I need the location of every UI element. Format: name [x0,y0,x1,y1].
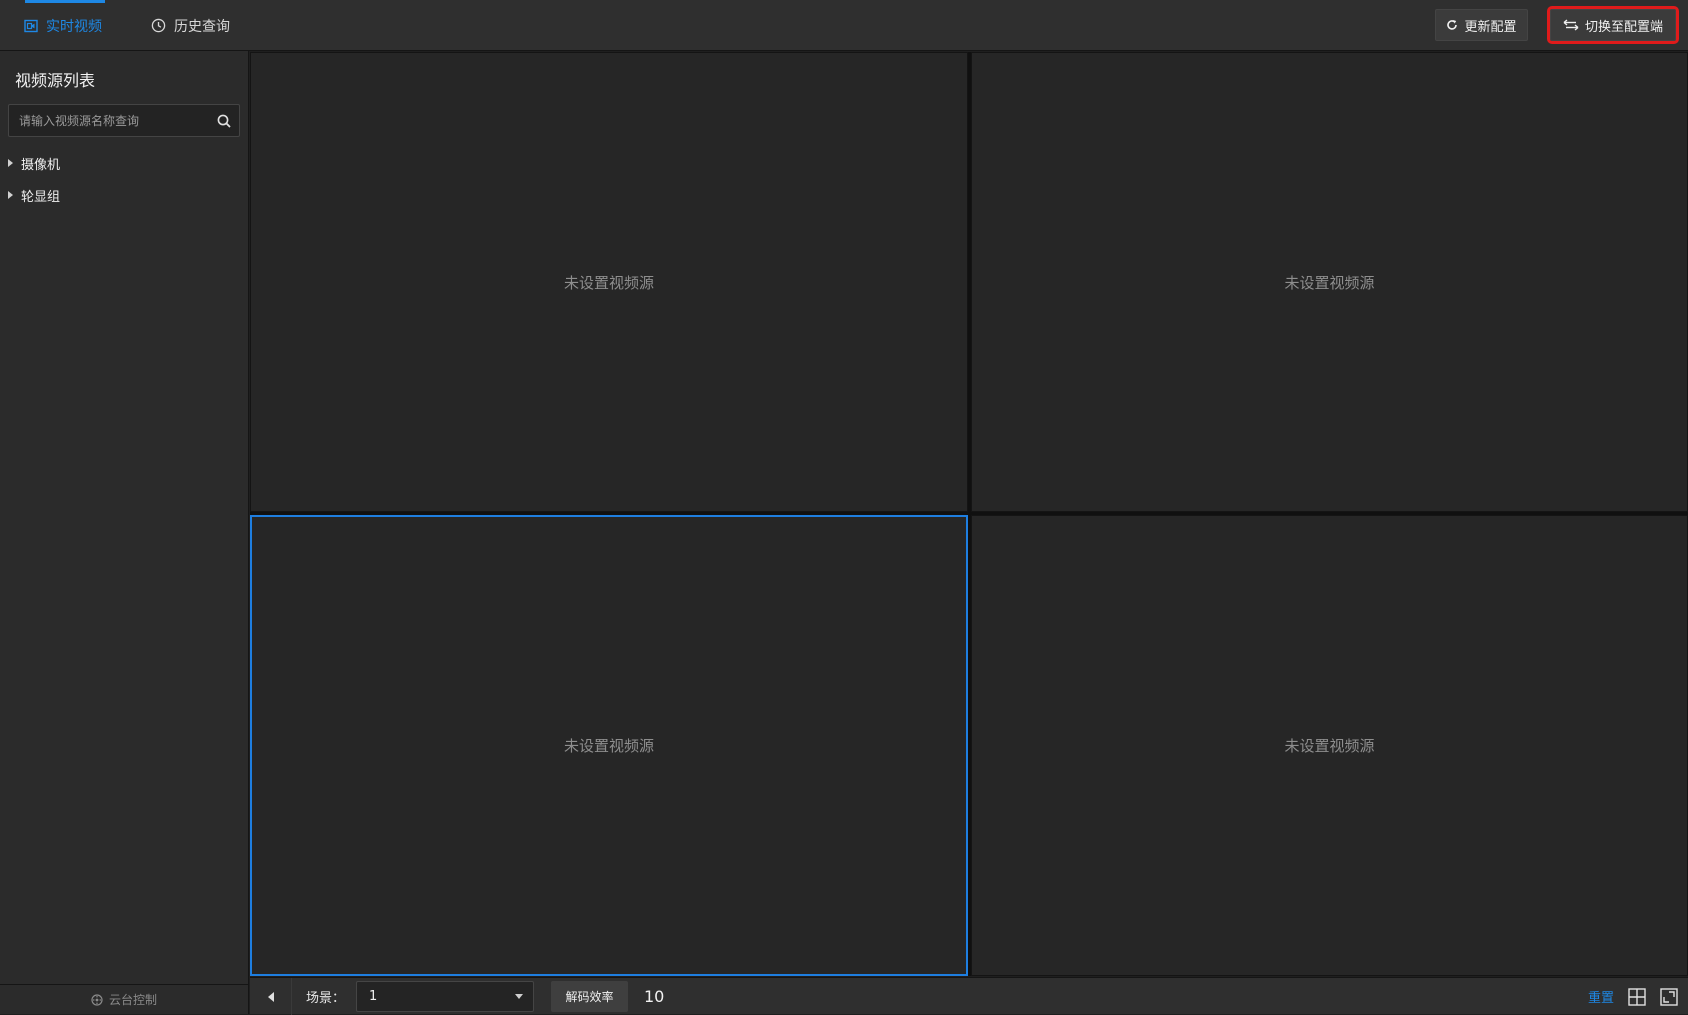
scene-select-value: 1 [369,989,378,1004]
switch-to-config-label: 切换至配置端 [1584,19,1663,35]
ptz-icon [91,993,103,1006]
update-config-button[interactable]: 更新配置 [1435,9,1528,41]
video-cell-2[interactable]: 未设置视频源 [971,52,1688,512]
tree-item-cameras-label: 摄像机 [21,157,61,173]
tree-item-tour-groups-label: 轮显组 [21,189,61,205]
tab-history-query-label: 历史查询 [174,18,230,35]
search-button[interactable] [209,105,239,136]
video-cell-placeholder: 未设置视频源 [563,737,654,755]
fullscreen-icon [1660,988,1678,1006]
swap-arrows-icon [1563,19,1579,31]
video-grid: 未设置视频源 未设置视频源 未设置视频源 未设置视频源 [250,52,1688,976]
bottom-toolbar: 场景： 1 解码效率 10 重置 [250,977,1688,1015]
decode-efficiency-value: 10 [644,987,665,1006]
update-config-label: 更新配置 [1464,19,1517,35]
tree-item-cameras[interactable]: 摄像机 [8,152,60,174]
tree-item-tour-groups[interactable]: 轮显组 [8,184,60,206]
decode-efficiency-button[interactable]: 解码效率 [551,981,628,1012]
video-cell-4[interactable]: 未设置视频源 [971,515,1688,976]
search-icon [217,114,231,128]
tab-live-video[interactable]: 实时视频 [24,0,102,51]
sidebar-title: 视频源列表 [15,71,96,90]
ptz-control-label: 云台控制 [108,993,157,1007]
search-input[interactable] [9,105,209,136]
video-cell-placeholder: 未设置视频源 [1284,273,1375,292]
previous-button[interactable] [250,978,292,1015]
grid-layout-icon [1628,988,1646,1006]
decode-efficiency-label: 解码效率 [565,990,614,1004]
refresh-icon [1447,20,1458,30]
scene-select[interactable]: 1 [356,981,534,1012]
caret-right-icon [8,159,13,167]
search-box [8,104,240,137]
caret-left-icon [267,991,274,1002]
chevron-down-icon [515,994,523,999]
clock-icon [151,18,166,33]
scene-label: 场景： [306,991,346,1006]
top-bar: 实时视频 历史查询 更新配置 切换至配置端 [0,0,1688,51]
video-cell-placeholder: 未设置视频源 [1284,737,1375,755]
video-cell-placeholder: 未设置视频源 [563,273,654,292]
tab-live-video-label: 实时视频 [46,18,102,35]
video-source-sidebar: 视频源列表 摄像机 轮显组 云台控制 [0,51,249,1014]
video-cell-1[interactable]: 未设置视频源 [250,52,968,512]
caret-right-icon [8,191,13,199]
tab-history-query[interactable]: 历史查询 [151,0,230,51]
layout-grid-button[interactable] [1627,987,1647,1007]
ptz-control-button[interactable]: 云台控制 [0,984,248,1014]
video-cell-3[interactable]: 未设置视频源 [250,515,968,976]
fullscreen-button[interactable] [1659,987,1679,1007]
reset-link[interactable]: 重置 [1588,978,1614,1015]
switch-to-config-button[interactable]: 切换至配置端 [1547,6,1679,44]
live-video-icon [24,19,38,32]
